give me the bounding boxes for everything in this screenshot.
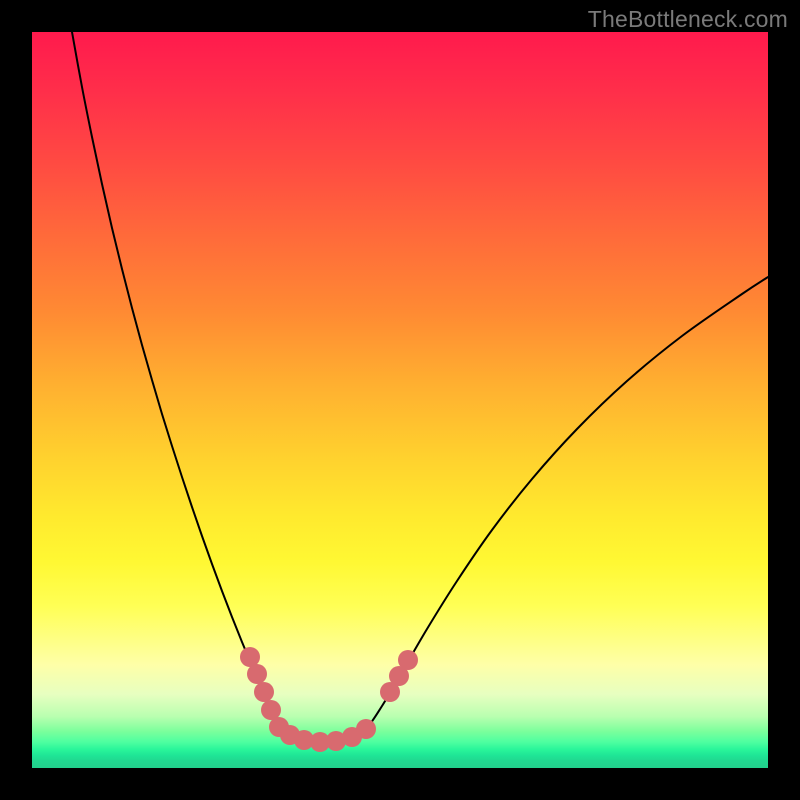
watermark-text: TheBottleneck.com: [588, 6, 788, 33]
plot-area: [32, 32, 768, 768]
highlight-marker: [356, 719, 376, 739]
highlight-marker: [247, 664, 267, 684]
outer-frame: TheBottleneck.com: [0, 0, 800, 800]
highlight-marker: [254, 682, 274, 702]
highlight-marker: [261, 700, 281, 720]
bottleneck-curve: [72, 32, 768, 742]
chart-svg: [32, 32, 768, 768]
highlight-marker: [398, 650, 418, 670]
